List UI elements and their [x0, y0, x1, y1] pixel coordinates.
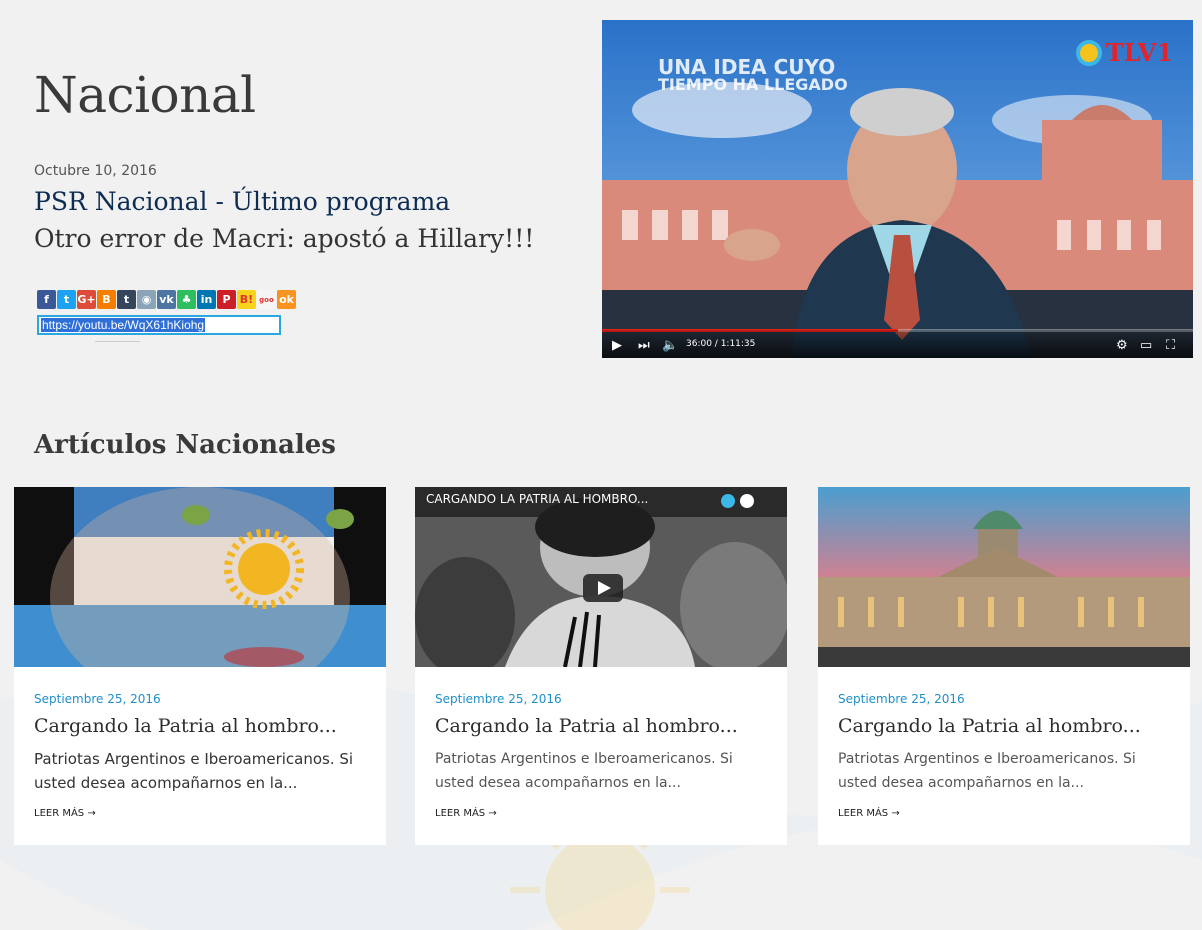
article-excerpt: Patriotas Argentinos e Iberoamericanos. … — [435, 751, 733, 791]
tumblr-icon[interactable]: t — [117, 290, 136, 309]
next-icon[interactable]: ⏭ — [638, 338, 650, 352]
evernote-icon[interactable]: ♣ — [177, 290, 196, 309]
read-more-link[interactable]: LEER MÁS → — [838, 808, 900, 819]
divider — [95, 341, 140, 342]
read-more-link[interactable]: LEER MÁS → — [435, 808, 497, 819]
article-card-2[interactable]: CARGANDO LA PATRIA AL HOMBRO... Septiemb… — [415, 487, 787, 845]
flag-face-image — [14, 487, 386, 667]
post-subtitle: Otro error de Macri: apostó a Hillary!!! — [34, 224, 535, 253]
theater-mode-icon[interactable]: ▭ — [1140, 338, 1152, 352]
channel-logo-text: TLV1 — [1105, 38, 1173, 67]
hatena-icon[interactable]: B! — [237, 290, 256, 309]
article-title[interactable]: Cargando la Patria al hombro... — [34, 715, 337, 737]
video-thumbnail-caption: CARGANDO LA PATRIA AL HOMBRO... — [426, 492, 649, 506]
article-title[interactable]: Cargando la Patria al hombro... — [435, 715, 738, 737]
section-title: Artículos Nacionales — [34, 430, 336, 460]
twitter-icon[interactable]: t — [57, 290, 76, 309]
channel-logo-icon — [1075, 39, 1102, 66]
video-overlay-line1: UNA IDEA CUYO — [658, 55, 836, 79]
fullscreen-icon[interactable]: ⛶ — [1166, 338, 1175, 352]
article-date: Septiembre 25, 2016 — [838, 692, 965, 706]
settings-icon[interactable]: ⚙ — [1116, 338, 1128, 352]
article-excerpt: Patriotas Argentinos e Iberoamericanos. … — [838, 751, 1136, 791]
share-url-field[interactable]: https://youtu.be/WqX61hKiohg — [37, 315, 281, 335]
volume-icon[interactable]: 🔈 — [662, 338, 678, 352]
vk-icon[interactable]: vk — [157, 290, 176, 309]
article-video-thumbnail[interactable]: CARGANDO LA PATRIA AL HOMBRO... — [415, 487, 787, 667]
video-time: 36:00 / 1:11:35 — [686, 339, 756, 349]
article-excerpt: Patriotas Argentinos e Iberoamericanos. … — [34, 750, 354, 792]
google-plus-icon[interactable]: G+ — [77, 290, 96, 309]
article-card-1[interactable]: Septiembre 25, 2016 Cargando la Patria a… — [14, 487, 386, 845]
article-card-3[interactable]: Septiembre 25, 2016 Cargando la Patria a… — [818, 487, 1190, 845]
post-title-link[interactable]: PSR Nacional - Último programa — [34, 187, 450, 216]
article-date: Septiembre 25, 2016 — [435, 692, 562, 706]
article-title[interactable]: Cargando la Patria al hombro... — [838, 715, 1141, 737]
page-title: Nacional — [34, 66, 256, 124]
article-image[interactable] — [14, 487, 386, 667]
goo-icon[interactable]: goo — [257, 290, 276, 309]
pinterest-icon[interactable]: P — [217, 290, 236, 309]
play-icon[interactable]: ▶ — [612, 338, 622, 352]
share-url-text: https://youtu.be/WqX61hKiohg — [41, 318, 206, 332]
post-date: Octubre 10, 2016 — [34, 163, 157, 179]
odnoklassniki-icon[interactable]: ok — [277, 290, 296, 309]
children-bw-image — [415, 487, 787, 667]
linkedin-icon[interactable]: in — [197, 290, 216, 309]
channel-logo: TLV1 — [1075, 38, 1173, 67]
video-overlay-title: UNA IDEA CUYO TIEMPO HA LLEGADO — [658, 55, 848, 94]
article-image[interactable] — [818, 487, 1190, 667]
share-bar: f t G+ Bt ◉ vk ♣ in P B! goo ok — [37, 290, 296, 309]
congress-building-image — [818, 487, 1190, 667]
article-date: Septiembre 25, 2016 — [34, 692, 161, 706]
facebook-icon[interactable]: f — [37, 290, 56, 309]
video-controls: ▶ ⏭ 🔈 36:00 / 1:11:35 ⚙ ▭ ⛶ — [602, 330, 1193, 358]
reddit-icon[interactable]: ◉ — [137, 290, 156, 309]
read-more-link[interactable]: LEER MÁS → — [34, 808, 96, 819]
video-player[interactable]: UNA IDEA CUYO TIEMPO HA LLEGADO TLV1 ▶ ⏭… — [602, 20, 1193, 358]
blogger-icon[interactable]: B — [97, 290, 116, 309]
video-overlay-line2: TIEMPO HA LLEGADO — [658, 75, 848, 94]
